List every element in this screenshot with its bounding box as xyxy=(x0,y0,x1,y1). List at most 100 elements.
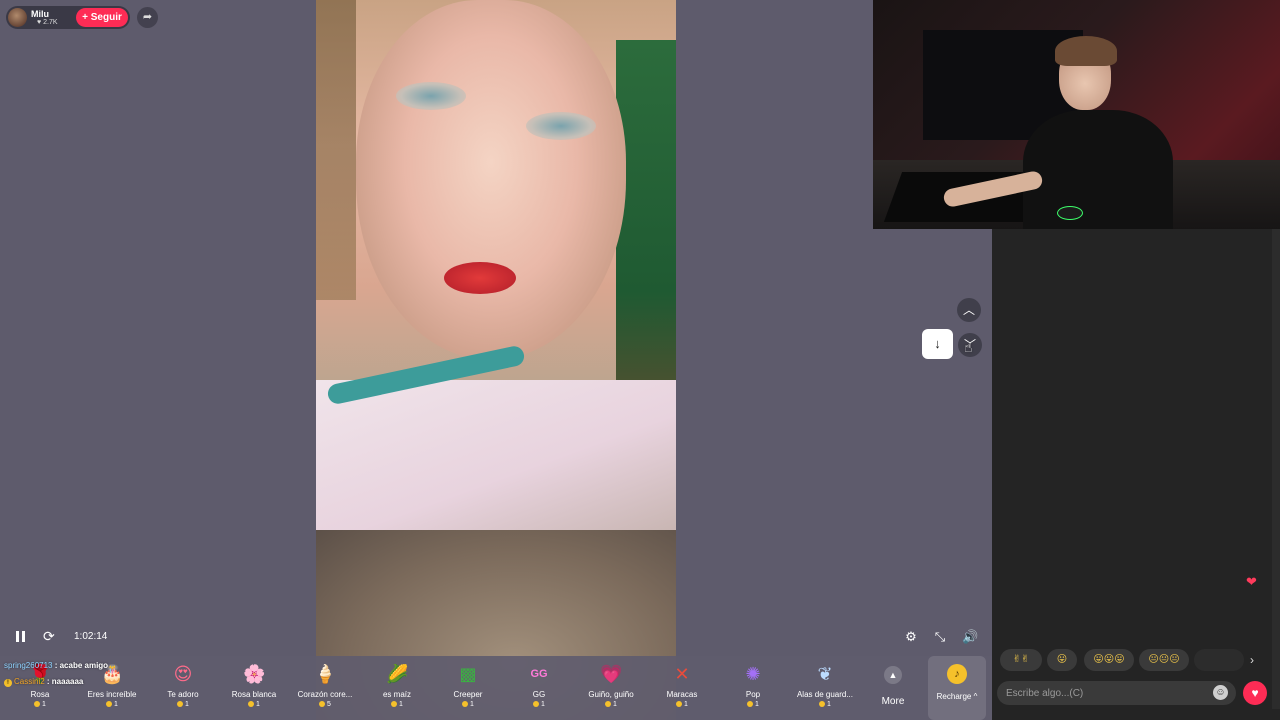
webcam-person xyxy=(942,30,1173,229)
gift-name: Rosa xyxy=(30,690,50,699)
follow-button[interactable]: + Seguir xyxy=(76,8,128,27)
gift-price-value: 1 xyxy=(256,701,260,708)
gift-item[interactable]: ❦ Alas de guard... 1 xyxy=(790,658,860,718)
gift-name: Eres increíble xyxy=(87,690,137,699)
host-likes: ♥ 2.7K xyxy=(37,19,58,26)
coin-icon: ♪ xyxy=(947,664,967,684)
gift-item[interactable]: 🌽 es maíz 1 xyxy=(362,658,432,718)
gift-bar: 🌹 Rosa 1 🎂 Eres increíble 1 😍 Te adoro 1 🌸 Rosa bl… xyxy=(0,656,992,720)
chevron-up-icon: ▲ xyxy=(884,666,902,684)
gift-price: 1 xyxy=(718,701,788,708)
download-button[interactable]: ↓ xyxy=(922,329,953,359)
video-eye xyxy=(526,112,596,140)
chat-scrollbar[interactable] xyxy=(1272,229,1280,709)
chevron-right-icon[interactable]: › xyxy=(1250,649,1264,671)
like-heart-button[interactable]: ♥ xyxy=(1243,681,1267,705)
gift-item[interactable]: 🍦 Corazón core... 5 xyxy=(290,658,360,718)
more-label: More xyxy=(881,696,905,707)
heart-face-icon: 😍 xyxy=(173,664,193,684)
recharge-button[interactable]: ♪ Recharge ^ xyxy=(928,656,986,720)
gift-price: 1 xyxy=(77,701,147,708)
gift-name: Corazón core... xyxy=(297,690,353,699)
gift-price: 1 xyxy=(576,701,646,708)
recharge-label: Recharge ^ xyxy=(936,692,978,701)
gift-price: 1 xyxy=(5,701,75,708)
gift-price-value: 1 xyxy=(684,701,688,708)
chat-input[interactable] xyxy=(997,681,1236,705)
exit-fullscreen-icon[interactable]: ⤡ xyxy=(932,629,948,645)
heart-icon: ❤ xyxy=(1246,574,1257,589)
gift-item[interactable]: 🌸 Rosa blanca 1 xyxy=(219,658,289,718)
ice-cream-icon: 🍦 xyxy=(314,664,337,684)
share-icon[interactable]: ➦ xyxy=(137,7,158,28)
avatar[interactable] xyxy=(8,8,27,27)
pause-icon[interactable] xyxy=(14,630,28,644)
gift-price-value: 1 xyxy=(541,701,545,708)
corn-icon: 🌽 xyxy=(386,664,409,684)
comment-user[interactable]: spring260713 xyxy=(4,661,52,670)
gift-name: Pop xyxy=(745,690,761,699)
player-controls: ⟳ 1:02:14 ⚙ ⤡ 🔊 xyxy=(0,626,992,648)
white-rose-icon: 🌸 xyxy=(243,664,266,684)
more-gifts-button[interactable]: ▲ More xyxy=(873,658,913,718)
gift-item[interactable]: 😍 Te adoro 1 xyxy=(148,658,218,718)
gift-price: 1 xyxy=(433,701,503,708)
wink-heart-icon: 💗 xyxy=(600,664,623,684)
gift-price-value: 1 xyxy=(185,701,189,708)
wings-icon: ❦ xyxy=(817,664,833,684)
live-timer: 1:02:14 xyxy=(74,631,108,642)
streamer-webcam xyxy=(873,0,1280,229)
gift-item[interactable]: GG GG 1 xyxy=(504,658,574,718)
chat-overlay-comment: spring260713 : acabe amigo xyxy=(4,661,109,670)
pop-icon: ✺ xyxy=(745,664,761,684)
gift-price: 1 xyxy=(219,701,289,708)
gift-price-value: 1 xyxy=(399,701,403,708)
video-hair xyxy=(316,0,356,300)
gift-price-value: 1 xyxy=(827,701,831,708)
quick-emoji-row: ✌✌ 😛 😛😛😛 😐😐😐 › xyxy=(992,649,1280,671)
gift-name: Guiño, guiño xyxy=(588,690,634,699)
emoji-chip[interactable]: ✌✌ xyxy=(1000,649,1042,671)
gift-item[interactable]: 💗 Guiño, guiño 1 xyxy=(576,658,646,718)
gift-item[interactable]: ✕ Maracas 1 xyxy=(647,658,717,718)
comment-user[interactable]: Cassini2 xyxy=(14,677,45,686)
refresh-icon[interactable]: ⟳ xyxy=(43,628,59,644)
emoji-chip[interactable]: 😛 xyxy=(1047,649,1077,671)
gift-price-value: 1 xyxy=(470,701,474,708)
gift-price-value: 5 xyxy=(327,701,331,708)
video-eye xyxy=(396,82,466,110)
gift-name: Rosa blanca xyxy=(231,690,277,699)
live-stage: Milu ♥ 2.7K + Seguir ➦ ︿ ↓ ﹀ ☝ ⟳ 1:02:14… xyxy=(0,0,992,720)
gift-price: 1 xyxy=(647,701,717,708)
host-name: Milu xyxy=(31,9,49,19)
gift-price: 5 xyxy=(290,701,360,708)
gift-price: 1 xyxy=(362,701,432,708)
quality-settings-icon[interactable]: ⚙ xyxy=(903,629,919,645)
creeper-icon: ▩ xyxy=(459,664,477,684)
gift-name: Te adoro xyxy=(167,690,199,699)
gift-price-value: 1 xyxy=(755,701,759,708)
gift-item[interactable]: ▩ Creeper 1 xyxy=(433,658,503,718)
gift-price-value: 1 xyxy=(42,701,46,708)
emoji-chip[interactable] xyxy=(1194,649,1244,671)
gift-name: Creeper xyxy=(453,690,483,699)
emoji-chip[interactable]: 😐😐😐 xyxy=(1139,649,1189,671)
gift-item[interactable]: ✺ Pop 1 xyxy=(718,658,788,718)
comment-text: acabe amigo xyxy=(59,661,109,670)
volume-icon[interactable]: 🔊 xyxy=(962,629,978,645)
chat-panel: ❤ ✌✌ 😛 😛😛😛 😐😐😐 › ☺ ♥ xyxy=(992,229,1280,720)
mouse-cursor-icon: ☝ xyxy=(964,339,973,355)
previous-live-button[interactable]: ︿ xyxy=(957,298,981,322)
live-video[interactable] xyxy=(316,0,676,720)
gift-price-value: 1 xyxy=(114,701,118,708)
host-likes-count: 2.7K xyxy=(43,19,58,26)
maracas-icon: ✕ xyxy=(674,664,690,684)
emoji-picker-icon[interactable]: ☺ xyxy=(1213,685,1228,700)
gg-icon: GG xyxy=(530,668,548,680)
gift-name: Maracas xyxy=(666,690,698,699)
level-badge-icon: ! xyxy=(4,679,12,687)
gift-price: 1 xyxy=(790,701,860,708)
emoji-chip[interactable]: 😛😛😛 xyxy=(1084,649,1134,671)
gift-name: GG xyxy=(532,690,546,699)
gift-name: Alas de guard... xyxy=(796,690,854,699)
